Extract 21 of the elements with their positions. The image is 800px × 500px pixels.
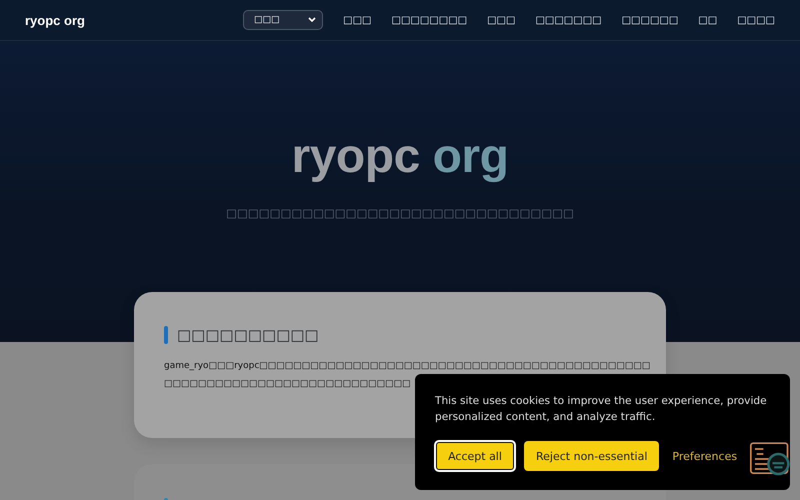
card-heading: □□□□□□□□□□ (177, 326, 319, 344)
nav-link[interactable]: □□□□□□□ (535, 14, 602, 26)
preferences-link[interactable]: Preferences (668, 441, 742, 471)
cookie-button[interactable]: Reject non-essential (524, 441, 660, 471)
language-select[interactable]: □□□ (243, 10, 324, 30)
hero-subtitle: □□□□□□□□□□□□□□□□□□□□□□□□□□□□□□□□ (226, 206, 574, 220)
cookie-message: This site uses cookies to improve the user experience, provide personalized content, and analyze traffic. (435, 394, 768, 425)
card-text: game_ryo□□□ryopc□□□□□□□□□□□□□□□□□□□□□□□□□□□□□□□□□□□□□□□□□□□□□□ (164, 360, 650, 373)
card-text: □□□□□□□□□□□□□□□□□□□□□□□□□□□□□ (164, 378, 411, 391)
cookie-settings-icon[interactable] (750, 442, 790, 476)
chevron-down-icon (308, 17, 316, 23)
cookie-button[interactable]: Accept all (435, 441, 515, 471)
nav-link[interactable]: □□ (698, 14, 718, 26)
heading-accent (164, 326, 168, 344)
nav-link[interactable]: □□□ (343, 14, 372, 26)
nav-link[interactable]: □□□□ (737, 14, 775, 26)
site-logo[interactable]: ryopc org (25, 12, 85, 28)
hero-title: ryopc org (292, 129, 508, 184)
nav-link[interactable]: □□□□□□ (622, 14, 678, 26)
nav-link[interactable]: □□□ (487, 14, 516, 26)
nav-link[interactable]: □□□□□□□□ (392, 14, 468, 26)
